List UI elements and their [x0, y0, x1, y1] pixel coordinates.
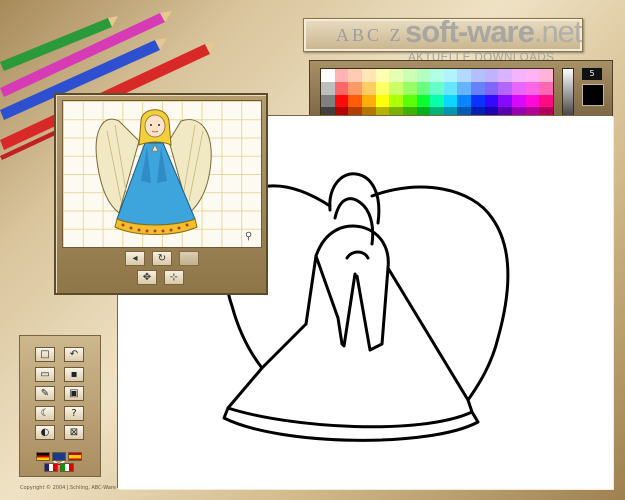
- palette-swatch[interactable]: [321, 69, 335, 82]
- rotate-icon: ↻: [157, 253, 167, 264]
- copyright-text: Copyright © 2004 J.Schling, ABC-Ware: [20, 485, 116, 491]
- palette-swatch[interactable]: [498, 81, 513, 95]
- palette-swatch[interactable]: [361, 81, 376, 95]
- palette-swatch[interactable]: [361, 94, 376, 108]
- palette-swatch[interactable]: [539, 69, 553, 82]
- palette-swatch[interactable]: [402, 81, 417, 95]
- palette-swatch[interactable]: [484, 94, 499, 108]
- palette-swatch[interactable]: [457, 94, 472, 108]
- watermark-logo: soft-ware.net: [405, 14, 583, 49]
- palette-swatch[interactable]: [416, 94, 431, 108]
- palette-swatch[interactable]: [402, 94, 417, 108]
- palette-swatch[interactable]: [375, 81, 390, 95]
- palette-swatch[interactable]: [512, 69, 526, 82]
- palette-swatch[interactable]: [416, 81, 431, 95]
- app-title: ABC Z: [336, 24, 404, 45]
- palette-swatch[interactable]: [348, 81, 362, 95]
- magnify-icon[interactable]: ⚲: [245, 231, 252, 242]
- palette-swatch[interactable]: [443, 81, 458, 95]
- palette-swatch[interactable]: [334, 69, 349, 82]
- palette-swatch[interactable]: [498, 94, 513, 108]
- undo-arrow-icon: ↶: [69, 349, 79, 360]
- palette-swatch[interactable]: [361, 69, 376, 82]
- palette-swatch[interactable]: [443, 69, 458, 82]
- flag-spanish-icon[interactable]: [68, 452, 82, 461]
- palette-swatch[interactable]: [321, 81, 335, 95]
- moon-icon: ☾: [40, 407, 50, 419]
- disk-icon: ▪: [70, 368, 78, 380]
- flag-french-icon[interactable]: [44, 463, 58, 472]
- palette-swatch[interactable]: [484, 69, 499, 82]
- palette-swatch[interactable]: [539, 94, 553, 108]
- palette-swatch[interactable]: [484, 81, 499, 95]
- preview-blank-button[interactable]: [179, 251, 199, 266]
- angel-template-image[interactable]: ⚲: [62, 100, 262, 248]
- palette-swatch[interactable]: [416, 69, 431, 82]
- palette-swatch[interactable]: [334, 94, 349, 108]
- palette-swatch[interactable]: [539, 81, 553, 95]
- back-arrow-icon: ◂: [132, 253, 138, 264]
- picture-button[interactable]: ▣: [64, 386, 84, 401]
- pencil-icon: ✎: [40, 388, 50, 399]
- preview-move-button[interactable]: ✥: [137, 270, 157, 285]
- preview-zoom-button[interactable]: ⊹: [164, 270, 184, 285]
- preview-back-button[interactable]: ◂: [125, 251, 145, 266]
- palette-swatch[interactable]: [430, 81, 444, 95]
- palette-swatch[interactable]: [457, 81, 472, 95]
- palette-swatch[interactable]: [525, 69, 540, 82]
- palette-swatch[interactable]: [471, 81, 485, 95]
- palette-swatch[interactable]: [389, 69, 403, 82]
- pencil-button[interactable]: ✎: [35, 386, 55, 401]
- palette-swatch[interactable]: [471, 94, 485, 108]
- flag-german-icon[interactable]: [36, 452, 50, 461]
- close-icon: ⊠: [69, 427, 79, 438]
- colored-angel-icon: [95, 109, 212, 235]
- palette-swatch[interactable]: [498, 69, 513, 82]
- exit-button[interactable]: ⊠: [64, 425, 84, 440]
- open-button[interactable]: ▭: [35, 366, 55, 382]
- palette-swatch[interactable]: [457, 69, 472, 82]
- new-page-button[interactable]: □: [35, 347, 55, 362]
- palette-swatch[interactable]: [430, 94, 444, 108]
- palette-swatch[interactable]: [512, 94, 526, 108]
- palette-swatch[interactable]: [334, 81, 349, 95]
- preview-rotate-button[interactable]: ↻: [152, 251, 172, 266]
- question-icon: ?: [71, 407, 77, 419]
- color-wheel-icon: ◐: [40, 427, 50, 438]
- palette-swatch[interactable]: [321, 94, 335, 108]
- palette-swatch[interactable]: [389, 81, 403, 95]
- square-icon: □: [40, 349, 50, 360]
- palette-swatch[interactable]: [348, 69, 362, 82]
- picture-icon: ▣: [69, 388, 79, 399]
- save-button[interactable]: ▪: [64, 366, 84, 382]
- palette-swatch[interactable]: [402, 69, 417, 82]
- palette-swatch[interactable]: [525, 81, 540, 95]
- zoom-icon: ⊹: [169, 272, 179, 283]
- palette-swatch[interactable]: [443, 94, 458, 108]
- moon-button[interactable]: ☾: [35, 405, 55, 421]
- brush-size-display: 5: [582, 68, 602, 80]
- palette-swatch[interactable]: [375, 69, 390, 82]
- palette-swatch[interactable]: [512, 81, 526, 95]
- folder-icon: ▭: [40, 368, 50, 380]
- palette-swatch[interactable]: [375, 94, 390, 108]
- flag-italian-icon[interactable]: [60, 463, 74, 472]
- palette-swatch[interactable]: [525, 94, 540, 108]
- color-button[interactable]: ◐: [35, 425, 55, 440]
- move-icon: ✥: [142, 272, 152, 283]
- palette-swatch[interactable]: [471, 69, 485, 82]
- palette-swatch[interactable]: [348, 94, 362, 108]
- help-button[interactable]: ?: [64, 405, 84, 421]
- palette-swatch[interactable]: [389, 94, 403, 108]
- flag-english-icon[interactable]: [52, 452, 66, 469]
- current-color-swatch: [582, 84, 604, 106]
- palette-swatch[interactable]: [430, 69, 444, 82]
- undo-button[interactable]: ↶: [64, 347, 84, 362]
